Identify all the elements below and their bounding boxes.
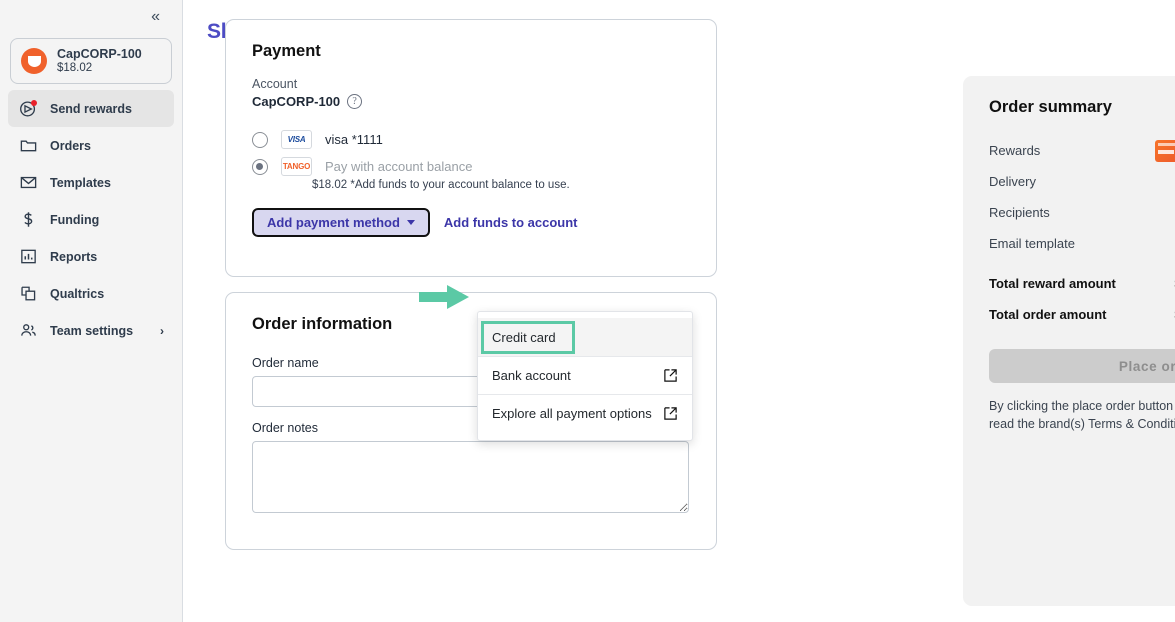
summary-row-rewards: Rewards Reward Link Canada (989, 135, 1175, 166)
summary-row-total-order-amount: Total order amount $35.00 CAD ($25.72 US… (989, 299, 1175, 330)
dropdown-item-label: Bank account (492, 368, 571, 383)
external-link-icon (663, 406, 678, 421)
place-order-button[interactable]: Place order (989, 349, 1175, 383)
qualtrics-icon (18, 284, 38, 304)
sidebar-item-reports[interactable]: Reports (8, 238, 174, 275)
sidebar-item-templates[interactable]: Templates (8, 164, 174, 201)
summary-row-recipients: Recipients 2 (989, 197, 1175, 228)
main-content: Shopping Cart / Checkout Payment Account… (183, 0, 1175, 622)
sidebar-collapse-row: « (0, 0, 182, 34)
add-payment-method-button[interactable]: Add payment method (252, 208, 430, 237)
add-payment-method-dropdown: Credit card Bank account Explore all pay… (477, 311, 693, 441)
right-arrow-annotation (419, 283, 471, 316)
reward-link-canada-thumbnail (1155, 140, 1175, 162)
people-icon (18, 321, 38, 341)
sidebar-nav: Send rewards Orders Templates (0, 90, 182, 349)
bar-chart-icon (18, 247, 38, 267)
payment-account-block: Account CapCORP-100 ? (226, 61, 716, 109)
question-mark-icon[interactable]: ? (347, 94, 362, 109)
envelope-icon (18, 173, 38, 193)
account-label: Account (252, 77, 716, 91)
sidebar-item-label: Orders (50, 139, 91, 153)
dropdown-item-credit-card[interactable]: Credit card (478, 318, 692, 356)
sidebar: « CapCORP-100 $18.02 Send rewards (0, 0, 183, 622)
sidebar-item-label: Funding (50, 213, 99, 227)
payment-method-option-account-balance[interactable]: TANGO Pay with account balance (252, 153, 716, 180)
order-summary-title: Order summary (989, 98, 1175, 117)
dropdown-item-label: Credit card (492, 330, 556, 345)
payment-method-label: Pay with account balance (325, 159, 472, 174)
dropdown-item-bank-account[interactable]: Bank account (478, 356, 692, 394)
sidebar-item-label: Qualtrics (50, 287, 104, 301)
radio-account-balance[interactable] (252, 159, 268, 175)
sidebar-item-send-rewards[interactable]: Send rewards (8, 90, 174, 127)
tango-badge-icon: TANGO (281, 157, 312, 176)
payment-actions: Add payment method Add funds to account (226, 191, 716, 237)
sidebar-item-funding[interactable]: Funding (8, 201, 174, 238)
summary-key: Total reward amount (989, 276, 1116, 291)
sidebar-item-team-settings[interactable]: Team settings › (8, 312, 174, 349)
add-payment-method-label: Add payment method (267, 215, 400, 230)
notification-dot (31, 100, 37, 106)
chevron-double-left-icon[interactable]: « (151, 9, 159, 25)
app-root: « CapCORP-100 $18.02 Send rewards (0, 0, 1175, 622)
dropdown-item-explore-all-payment-options[interactable]: Explore all payment options (478, 394, 692, 432)
order-notes-textarea[interactable] (252, 441, 689, 513)
summary-key: Email template (989, 236, 1075, 251)
summary-key: Rewards (989, 143, 1040, 158)
terms-text: By clicking the place order button I ack… (989, 397, 1175, 433)
send-rewards-icon (18, 99, 38, 119)
payment-method-label: visa *1111 (325, 132, 383, 147)
sidebar-item-orders[interactable]: Orders (8, 127, 174, 164)
payment-method-option-visa[interactable]: VISA visa *1111 (252, 126, 716, 153)
chevron-right-icon: › (160, 324, 164, 338)
payment-method-list: VISA visa *1111 TANGO Pay with account b… (226, 109, 716, 191)
sidebar-item-qualtrics[interactable]: Qualtrics (8, 275, 174, 312)
sidebar-item-label: Team settings (50, 324, 133, 338)
account-value: CapCORP-100 (252, 94, 340, 109)
visa-badge-icon: VISA (281, 130, 312, 149)
payment-card: Payment Account CapCORP-100 ? VISA visa … (225, 19, 717, 277)
folder-icon (18, 136, 38, 156)
summary-key: Total order amount (989, 307, 1106, 322)
account-switcher-card[interactable]: CapCORP-100 $18.02 (10, 38, 172, 84)
tango-logo-icon (21, 48, 47, 74)
external-link-icon (663, 368, 678, 383)
account-balance: $18.02 (57, 62, 142, 75)
summary-row-delivery: Delivery Digital (2) (989, 166, 1175, 197)
chevron-down-icon (407, 220, 415, 225)
summary-key: Recipients (989, 205, 1050, 220)
account-balance-note: $18.02 *Add funds to your account balanc… (252, 179, 716, 191)
sidebar-item-label: Reports (50, 250, 97, 264)
radio-visa[interactable] (252, 132, 268, 148)
sidebar-item-label: Send rewards (50, 102, 132, 116)
dollar-icon (18, 210, 38, 230)
summary-key: Delivery (989, 174, 1036, 189)
add-funds-to-account-link[interactable]: Add funds to account (444, 215, 578, 230)
payment-title: Payment (226, 20, 716, 61)
summary-row-total-reward-amount: Total reward amount $35.00 CAD ($25.72 U… (989, 268, 1175, 299)
order-summary-panel: Order summary Rewards Reward Link Canada… (963, 76, 1175, 606)
summary-row-email-template: Email template Product team (989, 228, 1175, 259)
sidebar-item-label: Templates (50, 176, 111, 190)
dropdown-item-label: Explore all payment options (492, 406, 652, 421)
account-name: CapCORP-100 (57, 47, 142, 61)
